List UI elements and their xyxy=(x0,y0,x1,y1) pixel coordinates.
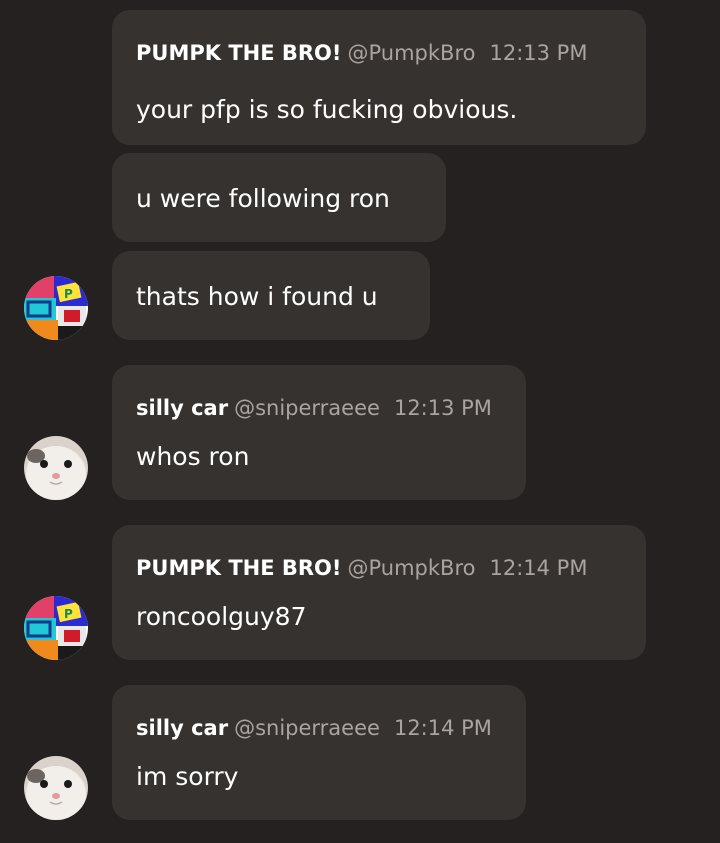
message-bubble[interactable]: PUMPK THE BRO! @PumpkBro 12:13 PM your pfp… xyxy=(112,10,646,145)
message-bubble[interactable]: silly car @sniperraeee 12:13 PM whos ron xyxy=(112,365,526,500)
message-text: whos ron xyxy=(136,442,250,471)
message-text: thats how i found u xyxy=(136,282,378,311)
pumpk-avatar-icon[interactable]: P xyxy=(24,276,88,340)
author-name[interactable]: PUMPK THE BRO! xyxy=(136,556,341,580)
cat-avatar-icon[interactable] xyxy=(24,756,88,820)
message-timestamp: 12:13 PM xyxy=(393,396,492,420)
message-text: im sorry xyxy=(136,762,239,791)
author-name[interactable]: PUMPK THE BRO! xyxy=(136,41,341,65)
author-handle[interactable]: @sniperraeee xyxy=(234,396,380,420)
message-bubble[interactable]: thats how i found u xyxy=(112,251,430,340)
message-bubble[interactable]: silly car @sniperraeee 12:14 PM im sorry xyxy=(112,685,526,820)
message-feed: PUMPK THE BRO! @PumpkBro 12:13 PM your pfp… xyxy=(0,0,720,843)
message-timestamp: 12:13 PM xyxy=(489,41,588,65)
message-timestamp: 12:14 PM xyxy=(393,716,492,740)
message-text: roncoolguy87 xyxy=(136,602,307,631)
author-handle[interactable]: @sniperraeee xyxy=(234,716,380,740)
svg-text:P: P xyxy=(64,607,73,621)
message-header: silly car @sniperraeee 12:13 PM xyxy=(136,395,492,421)
message-header: PUMPK THE BRO! @PumpkBro 12:14 PM xyxy=(136,555,587,581)
cat-avatar-icon[interactable] xyxy=(24,436,88,500)
author-handle[interactable]: @PumpkBro xyxy=(347,41,475,65)
author-name[interactable]: silly car xyxy=(136,396,228,420)
message-timestamp: 12:14 PM xyxy=(489,556,588,580)
message-header: PUMPK THE BRO! @PumpkBro 12:13 PM xyxy=(136,40,587,66)
message-text: your pfp is so fucking obvious. xyxy=(136,95,518,124)
author-name[interactable]: silly car xyxy=(136,716,228,740)
author-handle[interactable]: @PumpkBro xyxy=(347,556,475,580)
pumpk-avatar-icon[interactable]: P xyxy=(24,596,88,660)
message-text: u were following ron xyxy=(136,184,390,213)
message-bubble[interactable]: PUMPK THE BRO! @PumpkBro 12:14 PM roncoolg… xyxy=(112,525,646,660)
svg-text:P: P xyxy=(64,287,73,301)
message-header: silly car @sniperraeee 12:14 PM xyxy=(136,715,492,741)
message-bubble[interactable]: u were following ron xyxy=(112,153,446,242)
